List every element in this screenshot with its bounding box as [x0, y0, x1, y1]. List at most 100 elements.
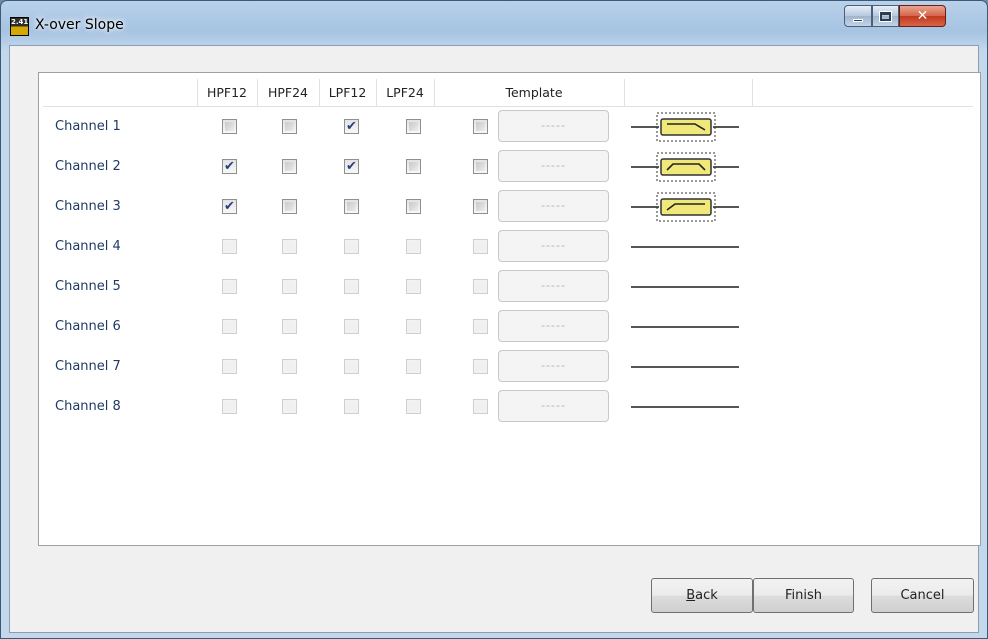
lpf12-checkbox[interactable]: [344, 279, 359, 294]
template-button[interactable]: -----: [498, 230, 609, 262]
lpf24-checkbox[interactable]: [406, 199, 421, 214]
response-curve-icon: [631, 286, 739, 288]
checkbox-fill: [409, 162, 418, 171]
lpf24-checkbox[interactable]: [406, 239, 421, 254]
response-curve-icon: [631, 152, 739, 182]
template-checkbox[interactable]: [473, 319, 488, 334]
checkbox-fill: [347, 282, 356, 291]
checkbox-fill: [285, 202, 294, 211]
checkbox-fill: [409, 362, 418, 371]
checkbox-fill: [409, 242, 418, 251]
channel-label: Channel 4: [55, 239, 121, 254]
template-button[interactable]: -----: [498, 270, 609, 302]
wizard-window: 2.41 X-over Slope ✕ HPF12 HPF24 LPF12 LP…: [0, 0, 988, 639]
filter-block: [660, 198, 712, 216]
template-checkbox[interactable]: [473, 159, 488, 174]
app-icon: 2.41: [10, 17, 29, 36]
lpf24-checkbox[interactable]: [406, 159, 421, 174]
template-button[interactable]: -----: [498, 350, 609, 382]
template-button[interactable]: -----: [498, 190, 609, 222]
lpf12-checkbox[interactable]: [344, 239, 359, 254]
checkbox-fill: [476, 362, 485, 371]
lpf24-checkbox[interactable]: [406, 359, 421, 374]
lpf12-checkbox[interactable]: ✔: [344, 119, 359, 134]
hpf12-checkbox[interactable]: [222, 399, 237, 414]
hpf12-checkbox[interactable]: [222, 279, 237, 294]
lpf24-checkbox[interactable]: [406, 119, 421, 134]
hpf24-checkbox[interactable]: [282, 199, 297, 214]
hpf24-checkbox[interactable]: [282, 279, 297, 294]
hpf12-checkbox[interactable]: ✔: [222, 159, 237, 174]
template-button[interactable]: -----: [498, 310, 609, 342]
checkbox-fill: [476, 242, 485, 251]
template-checkbox[interactable]: [473, 199, 488, 214]
back-button[interactable]: Back: [651, 578, 753, 613]
checkbox-fill: [225, 362, 234, 371]
finish-button[interactable]: Finish: [753, 578, 854, 613]
maximize-button[interactable]: [872, 5, 899, 27]
checkmark-icon: ✔: [224, 159, 235, 174]
template-checkbox[interactable]: [473, 119, 488, 134]
checkbox-fill: [476, 122, 485, 131]
template-button[interactable]: -----: [498, 390, 609, 422]
checkbox-fill: [225, 242, 234, 251]
lpf12-checkbox[interactable]: [344, 199, 359, 214]
hpf24-checkbox[interactable]: [282, 159, 297, 174]
hpf12-checkbox[interactable]: ✔: [222, 199, 237, 214]
checkbox-fill: [347, 362, 356, 371]
column-header-template: Template: [505, 85, 563, 100]
hpf24-checkbox[interactable]: [282, 319, 297, 334]
response-curve-icon: [631, 246, 739, 248]
checkbox-fill: [476, 322, 485, 331]
template-checkbox[interactable]: [473, 279, 488, 294]
template-button[interactable]: -----: [498, 110, 609, 142]
hpf12-checkbox[interactable]: [222, 239, 237, 254]
lpf24-checkbox[interactable]: [406, 399, 421, 414]
back-label: ack: [695, 588, 718, 603]
maximize-icon: [879, 10, 892, 22]
checkbox-fill: [347, 202, 356, 211]
column-header-hpf12: HPF12: [206, 85, 248, 100]
back-mnemonic: B: [686, 588, 696, 603]
close-icon: ✕: [916, 8, 929, 24]
channel-label: Channel 6: [55, 319, 121, 334]
lpf12-checkbox[interactable]: [344, 359, 359, 374]
column-divider: [434, 79, 435, 106]
checkmark-icon: ✔: [346, 159, 357, 174]
lpf24-checkbox[interactable]: [406, 279, 421, 294]
cancel-button[interactable]: Cancel: [871, 578, 974, 613]
column-divider: [376, 79, 377, 106]
template-checkbox[interactable]: [473, 239, 488, 254]
response-curve-icon: [631, 366, 739, 368]
title-bar[interactable]: 2.41 X-over Slope ✕: [1, 1, 987, 45]
template-checkbox[interactable]: [473, 399, 488, 414]
checkbox-fill: [476, 202, 485, 211]
minimize-icon: [853, 18, 863, 22]
template-button[interactable]: -----: [498, 150, 609, 182]
hpf12-checkbox[interactable]: [222, 119, 237, 134]
checkbox-fill: [225, 402, 234, 411]
hpf24-checkbox[interactable]: [282, 239, 297, 254]
hpf12-checkbox[interactable]: [222, 319, 237, 334]
template-checkbox[interactable]: [473, 359, 488, 374]
channel-row: Channel 4 -----: [39, 228, 979, 268]
hpf24-checkbox[interactable]: [282, 119, 297, 134]
checkbox-fill: [225, 282, 234, 291]
checkbox-fill: [225, 322, 234, 331]
minimize-button[interactable]: [844, 5, 872, 27]
close-button[interactable]: ✕: [899, 5, 946, 27]
lpf12-checkbox[interactable]: [344, 399, 359, 414]
lpf12-checkbox[interactable]: ✔: [344, 159, 359, 174]
window-title: X-over Slope: [35, 17, 124, 33]
hpf12-checkbox[interactable]: [222, 359, 237, 374]
column-divider: [197, 79, 198, 106]
hpf24-checkbox[interactable]: [282, 399, 297, 414]
crossover-slope-panel: HPF12 HPF24 LPF12 LPF24 Template Channel…: [38, 72, 981, 546]
checkbox-fill: [409, 402, 418, 411]
hpf24-checkbox[interactable]: [282, 359, 297, 374]
checkbox-fill: [409, 122, 418, 131]
lpf24-checkbox[interactable]: [406, 319, 421, 334]
lpf12-checkbox[interactable]: [344, 319, 359, 334]
checkbox-fill: [476, 402, 485, 411]
channel-label: Channel 2: [55, 159, 121, 174]
